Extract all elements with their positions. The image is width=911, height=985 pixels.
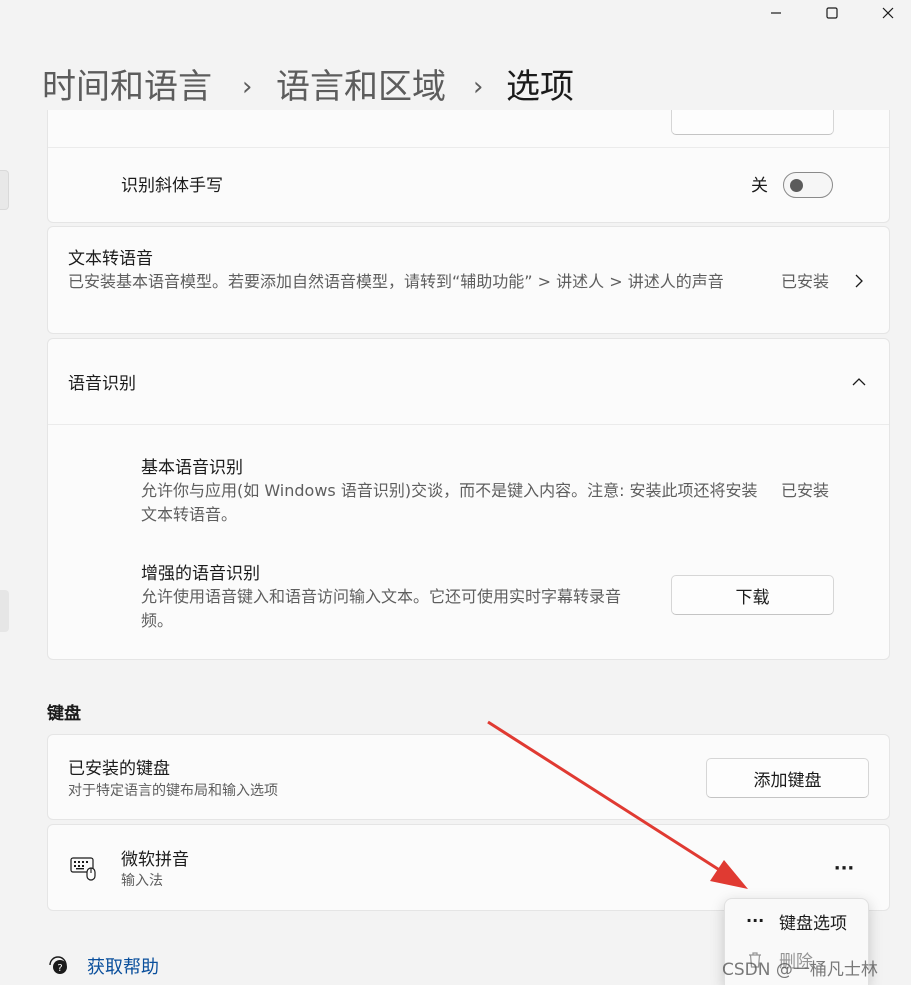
ime-type: 输入法 <box>121 873 163 889</box>
keyboard-section-title: 键盘 <box>47 704 81 724</box>
minimize-icon <box>771 12 781 14</box>
watermark: CSDN @一桶凡士林 <box>722 960 878 980</box>
basic-speech-desc: 允许你与应用(如 Windows 语音识别)交谈，而不是键入内容。注意: 安装此… <box>141 481 758 524</box>
installed-keyboards-card: 已安装的键盘 对于特定语言的键布局和输入选项 添加键盘 <box>47 734 890 820</box>
help-icon: ? <box>49 956 67 974</box>
speech-card: 语音识别 基本语音识别 允许你与应用(如 Windows 语音识别)交谈，而不是… <box>47 338 890 660</box>
installed-keyboards-desc: 对于特定语言的键布局和输入选项 <box>68 783 278 799</box>
svg-text:?: ? <box>57 963 62 974</box>
tts-description: 已安装基本语音模型。若要添加自然语音模型，请转到“辅助功能” > 讲述人 > 讲… <box>68 272 724 291</box>
menu-item-keyboard-options[interactable]: ··· 键盘选项 <box>730 905 863 943</box>
toggle-state-label: 关 <box>751 176 768 196</box>
tts-card[interactable]: 文本转语音 已安装基本语音模型。若要添加自然语音模型，请转到“辅助功能” > 讲… <box>47 226 890 334</box>
close-button[interactable] <box>865 0 911 26</box>
get-help-link[interactable]: 获取帮助 <box>87 953 159 979</box>
divider <box>48 424 889 425</box>
handwriting-label: 识别斜体手写 <box>121 176 223 196</box>
breadcrumb-language-region[interactable]: 语言和区域 <box>276 62 446 112</box>
breadcrumb-separator: › <box>473 72 484 102</box>
chevron-right-icon <box>855 274 863 288</box>
enhanced-speech-title: 增强的语音识别 <box>141 564 260 584</box>
installed-keyboards-title: 已安装的键盘 <box>68 759 170 779</box>
page-title: 选项 <box>506 67 574 107</box>
breadcrumb-separator: › <box>242 72 253 102</box>
maximize-button[interactable] <box>809 0 855 26</box>
minimize-button[interactable] <box>753 0 799 26</box>
handwriting-toggle[interactable] <box>783 172 833 198</box>
basic-speech-title: 基本语音识别 <box>141 458 243 478</box>
tts-title: 文本转语音 <box>68 249 153 269</box>
divider <box>48 147 889 148</box>
maximize-icon <box>826 7 838 19</box>
close-icon <box>882 7 894 19</box>
basic-speech-status: 已安装 <box>781 481 830 500</box>
tts-status: 已安装 <box>781 272 830 291</box>
breadcrumb-time-language[interactable]: 时间和语言 <box>42 62 212 112</box>
speech-title: 语音识别 <box>68 374 136 394</box>
speech-header[interactable]: 语音识别 <box>48 339 889 424</box>
enhanced-speech-desc: 允许使用语音键入和语音访问输入文本。它还可使用实时字幕转录音频。 <box>141 587 622 630</box>
handwriting-card: 识别斜体手写 关 <box>47 110 890 223</box>
download-button[interactable]: 下载 <box>671 575 834 615</box>
partial-button[interactable] <box>671 110 834 135</box>
ime-name: 微软拼音 <box>121 850 189 870</box>
more-icon: ··· <box>746 911 765 930</box>
menu-item-label: 键盘选项 <box>779 914 847 934</box>
sidebar-edge[interactable] <box>0 170 9 210</box>
sidebar-edge-selected[interactable] <box>0 590 9 632</box>
add-keyboard-button[interactable]: 添加键盘 <box>706 758 869 798</box>
ime-more-button[interactable]: ··· <box>824 851 864 885</box>
keyboard-icon <box>70 857 96 881</box>
chevron-up-icon <box>852 378 866 386</box>
